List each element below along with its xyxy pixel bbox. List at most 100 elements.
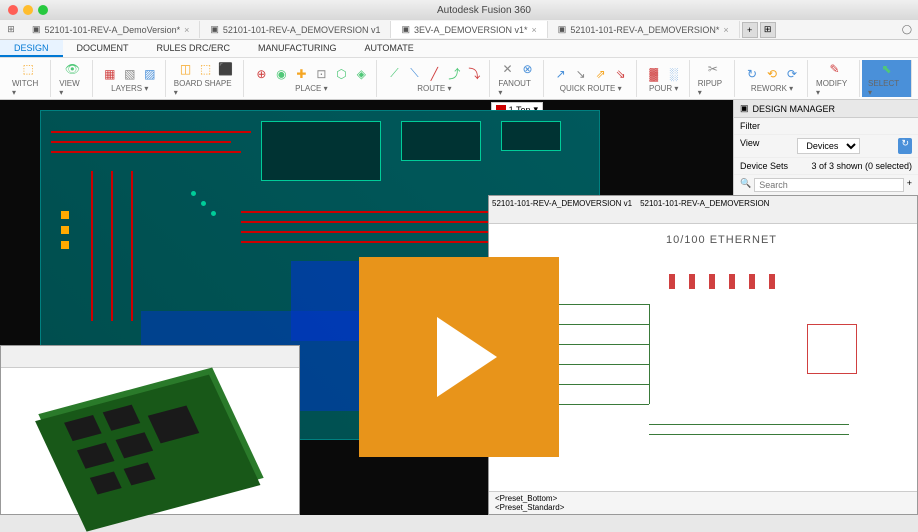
tool-icon[interactable]: ⇗: [592, 65, 610, 83]
tool-icon[interactable]: ⊡: [312, 65, 330, 83]
tool-group-route: ⟋⟍╱⤴⤵ ROUTE ▾: [379, 60, 490, 97]
tool-label[interactable]: ROUTE ▾: [417, 84, 451, 93]
inset-header: [1, 346, 299, 368]
schematic-header: 52101-101-REV-A_DEMOVERSION v1 52101-101…: [489, 196, 917, 224]
schematic-tab[interactable]: 52101-101-REV-A_DEMOVERSION: [640, 199, 769, 208]
tool-label[interactable]: SELECT ▾: [868, 79, 905, 97]
sets-status: 3 of 3 shown (0 selected): [811, 161, 912, 171]
tool-icon[interactable]: ↻: [743, 65, 761, 83]
tool-icon[interactable]: ◈: [352, 65, 370, 83]
tool-icon[interactable]: ▦: [101, 65, 119, 83]
tool-group-quickroute: ↗↘⇗⇘QUICK ROUTE ▾: [546, 60, 637, 97]
add-tab-button[interactable]: +: [742, 22, 758, 38]
tool-label[interactable]: VIEW ▾: [59, 79, 86, 97]
document-tab[interactable]: ▣52101-101-REV-A_DemoVersion*×: [22, 21, 200, 38]
tool-group-ripup: ✂RIPUP ▾: [692, 60, 735, 97]
pcb-icon: ▣: [558, 24, 567, 35]
tool-label[interactable]: QUICK ROUTE ▾: [560, 84, 622, 93]
tool-label[interactable]: BOARD SHAPE ▾: [174, 79, 238, 97]
tool-icon[interactable]: ⊗: [519, 60, 537, 78]
tool-icon[interactable]: ✚: [292, 65, 310, 83]
tool-label[interactable]: PLACE ▾: [295, 84, 327, 93]
close-icon[interactable]: ×: [723, 25, 728, 35]
pcb-icon: ▣: [401, 24, 410, 35]
tool-label[interactable]: RIPUP ▾: [698, 79, 728, 97]
tool-icon[interactable]: ▓: [645, 65, 663, 83]
tool-icon[interactable]: ⬉: [878, 60, 896, 78]
tool-icon[interactable]: ⬚: [197, 60, 215, 78]
panel-toggle-icon[interactable]: ⊞: [0, 24, 22, 35]
tool-label[interactable]: POUR ▾: [649, 84, 678, 93]
tool-icon[interactable]: ⤵: [465, 65, 483, 83]
tool-icon[interactable]: ▨: [141, 65, 159, 83]
tool-icon[interactable]: ◉: [272, 65, 290, 83]
close-icon[interactable]: ×: [532, 25, 537, 35]
view-select[interactable]: Devices: [797, 138, 860, 154]
document-tab[interactable]: ▣52101-101-REV-A_DEMOVERSION v1: [200, 21, 391, 38]
pcb-icon: ▣: [210, 24, 219, 35]
tool-icon[interactable]: ✕: [499, 60, 517, 78]
tool-group-witch: ⬚WITCH ▾: [6, 60, 51, 97]
tool-icon[interactable]: ⟍: [405, 65, 423, 83]
add-icon[interactable]: +: [907, 178, 912, 192]
menu-automate[interactable]: AUTOMATE: [351, 40, 428, 57]
menu-rules[interactable]: RULES DRC/ERC: [143, 40, 245, 57]
search-icon: 🔍: [740, 178, 751, 192]
tool-label[interactable]: WITCH ▾: [12, 79, 44, 97]
tool-icon[interactable]: ⇘: [612, 65, 630, 83]
user-icon[interactable]: ◯: [896, 24, 918, 35]
tool-group-pour: ▓░POUR ▾: [639, 60, 690, 97]
tool-label[interactable]: FANOUT ▾: [498, 79, 536, 97]
tool-icon[interactable]: ╱: [425, 65, 443, 83]
tool-icon[interactable]: ↘: [572, 65, 590, 83]
menu-manufacturing[interactable]: MANUFACTURING: [244, 40, 351, 57]
tool-icon[interactable]: ⬚: [19, 60, 37, 78]
pcb-icon: ▣: [32, 24, 41, 35]
pcb-3d-model[interactable]: [38, 367, 263, 524]
maximize-window-icon[interactable]: [38, 5, 48, 15]
tool-icon[interactable]: ▧: [121, 65, 139, 83]
schematic-tab[interactable]: 52101-101-REV-A_DEMOVERSION v1: [492, 199, 632, 208]
tool-icon[interactable]: ↗: [552, 65, 570, 83]
document-tab[interactable]: ▣3EV-A_DEMOVERSION v1*×: [391, 21, 547, 38]
play-button[interactable]: [359, 257, 559, 457]
filter-row[interactable]: Filter: [734, 118, 918, 135]
tool-icon[interactable]: ⊕: [252, 65, 270, 83]
tool-group-select: ⬉SELECT ▾: [862, 60, 912, 97]
list-item[interactable]: <Preset_Standard>: [495, 503, 911, 512]
tool-label[interactable]: REWORK ▾: [751, 84, 793, 93]
tool-icon[interactable]: ⤴: [445, 65, 463, 83]
tool-group-rework: ↻⟲⟳REWORK ▾: [737, 60, 808, 97]
grid-view-button[interactable]: ⊞: [760, 22, 776, 38]
tool-group-modify: ✎MODIFY ▾: [810, 60, 860, 97]
close-icon[interactable]: ×: [184, 25, 189, 35]
tool-icon[interactable]: ░: [665, 65, 683, 83]
tool-icon[interactable]: ✎: [826, 60, 844, 78]
tool-group-view: 👁VIEW ▾: [53, 60, 93, 97]
document-tab[interactable]: ▣52101-101-REV-A_DEMOVERSION*×: [548, 21, 740, 38]
inset-3d-view[interactable]: [0, 345, 300, 515]
tool-label[interactable]: MODIFY ▾: [816, 79, 853, 97]
menu-document[interactable]: DOCUMENT: [63, 40, 143, 57]
list-item[interactable]: <Preset_Bottom>: [495, 494, 911, 503]
close-window-icon[interactable]: [8, 5, 18, 15]
tool-icon[interactable]: ⟋: [385, 65, 403, 83]
tool-icon[interactable]: ◫: [177, 60, 195, 78]
tool-icon[interactable]: ✂: [704, 60, 722, 78]
tool-icon[interactable]: ⟲: [763, 65, 781, 83]
minimize-window-icon[interactable]: [23, 5, 33, 15]
sets-label: Device Sets: [740, 161, 788, 171]
search-input[interactable]: [754, 178, 904, 192]
tool-icon[interactable]: ⬡: [332, 65, 350, 83]
tool-group-boardshape: ◫⬚⬛BOARD SHAPE ▾: [168, 60, 245, 97]
refresh-icon[interactable]: ↻: [898, 138, 912, 154]
menubar: DESIGN DOCUMENT RULES DRC/ERC MANUFACTUR…: [0, 40, 918, 58]
workspace: 1 Top ▾ OLED DISPLAY (SSD: [0, 100, 918, 515]
menu-design[interactable]: DESIGN: [0, 40, 63, 57]
app-title: Autodesk Fusion 360: [58, 5, 910, 16]
tool-label[interactable]: LAYERS ▾: [111, 84, 148, 93]
tool-icon[interactable]: ⬛: [217, 60, 235, 78]
tool-icon[interactable]: ⟳: [783, 65, 801, 83]
document-tabbar: ⊞ ▣52101-101-REV-A_DemoVersion*× ▣52101-…: [0, 20, 918, 40]
tool-icon[interactable]: 👁: [64, 60, 82, 78]
